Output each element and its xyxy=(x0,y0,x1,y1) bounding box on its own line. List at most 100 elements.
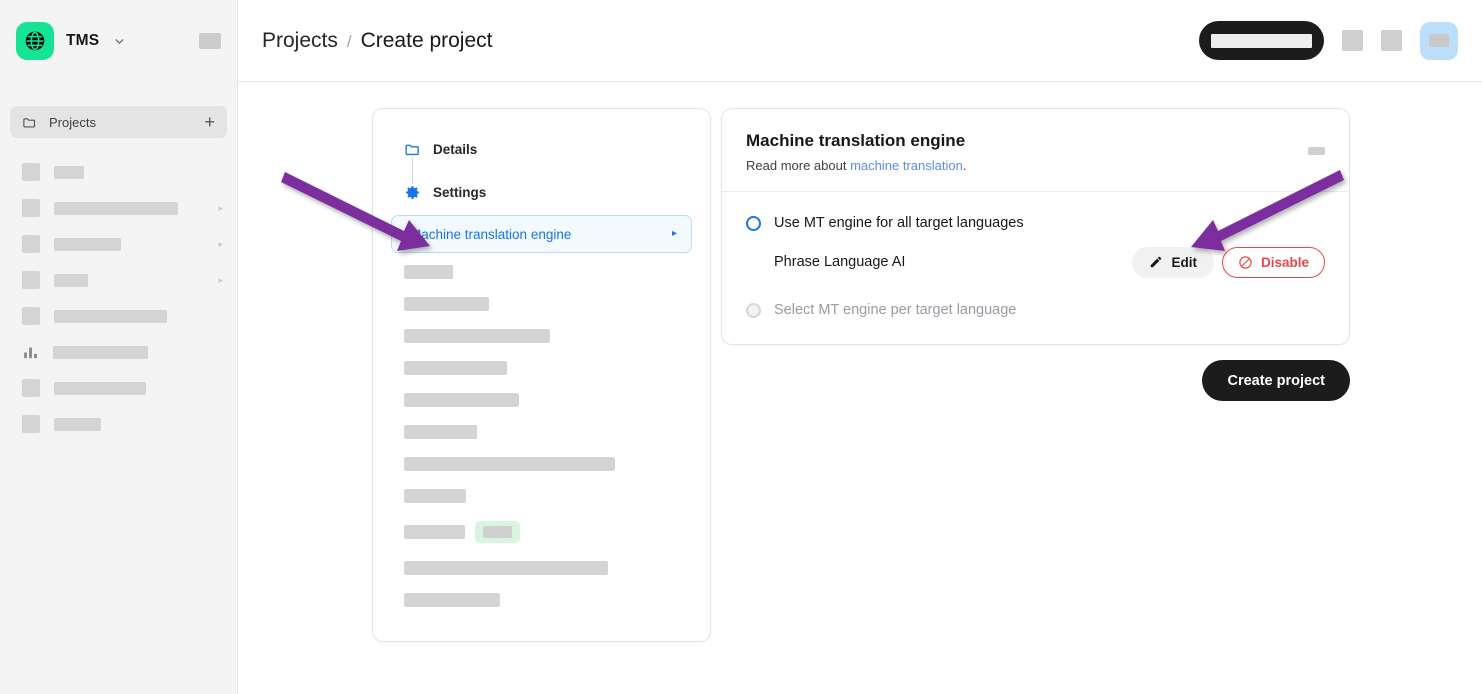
breadcrumb: Projects / Create project xyxy=(262,29,493,53)
sidebar-placeholder-label xyxy=(54,273,88,287)
wizard-step-settings[interactable]: Settings xyxy=(391,184,692,201)
sidebar-placeholder-label xyxy=(54,165,84,179)
top-bar-actions xyxy=(1199,21,1458,60)
chevron-right-icon: ▸ xyxy=(671,228,677,239)
disable-button-label: Disable xyxy=(1260,254,1309,270)
breadcrumb-separator: / xyxy=(346,31,352,51)
edit-button-label: Edit xyxy=(1171,254,1197,270)
wizard-placeholder-green-row xyxy=(404,521,692,543)
radio-button-selected[interactable] xyxy=(746,215,761,231)
square-placeholder-icon xyxy=(22,415,40,433)
toolbar-icon-1-redacted[interactable] xyxy=(1342,30,1363,51)
sidebar-placeholder-label xyxy=(53,345,148,359)
sidebar-placeholder-label xyxy=(54,417,101,431)
folder-icon xyxy=(405,144,419,156)
square-placeholder-icon xyxy=(22,199,40,217)
brand-row[interactable]: TMS xyxy=(0,0,237,82)
radio-option-per-language[interactable]: Select MT engine per target language xyxy=(746,302,1325,318)
sidebar-placeholder-item[interactable]: ▸ xyxy=(0,226,237,262)
engine-actions: Edit Disable xyxy=(1132,246,1325,278)
disable-button[interactable]: Disable xyxy=(1221,246,1325,278)
panel-subtitle-prefix: Read more about xyxy=(746,158,851,173)
wizard-placeholder-badge xyxy=(475,521,520,543)
breadcrumb-parent[interactable]: Projects xyxy=(262,29,338,53)
primary-action-button-redacted[interactable] xyxy=(1199,21,1324,60)
sidebar: TMS Projects + ▸ ▸ ▸ xyxy=(0,0,238,694)
wizard-placeholder-bar xyxy=(404,561,608,575)
chevron-right-icon[interactable]: ▸ xyxy=(218,203,223,213)
page-title: Create project xyxy=(360,28,493,52)
sidebar-placeholder-item[interactable] xyxy=(0,406,237,442)
sidebar-placeholder-label xyxy=(54,381,146,395)
content-area: Details Settings Machine translation eng… xyxy=(238,82,1482,642)
wizard-step-connector xyxy=(412,158,413,184)
sidebar-item-projects-label: Projects xyxy=(49,114,96,130)
globe-icon xyxy=(16,22,54,60)
engine-name: Phrase Language AI xyxy=(774,254,906,270)
radio-option-all-languages[interactable]: Use MT engine for all target languages xyxy=(746,215,1325,231)
sidebar-placeholder-item[interactable] xyxy=(0,154,237,190)
plus-icon[interactable]: + xyxy=(204,113,215,131)
app-root: TMS Projects + ▸ ▸ ▸ Projects / Create pro… xyxy=(0,0,1482,694)
panel-subtitle-suffix: . xyxy=(962,158,967,173)
sidebar-placeholder-label xyxy=(54,309,167,323)
radio-option-per-language-label: Select MT engine per target language xyxy=(774,302,1017,318)
sidebar-collapse-redacted[interactable] xyxy=(199,33,221,49)
sidebar-placeholder-item[interactable] xyxy=(0,370,237,406)
square-placeholder-icon xyxy=(22,235,40,253)
wizard-step-settings-label: Settings xyxy=(433,185,487,200)
wizard-placeholder-bar xyxy=(404,593,500,607)
engine-row: Phrase Language AI Edit Disable xyxy=(746,246,1325,278)
sidebar-placeholder-list: ▸ ▸ ▸ xyxy=(0,154,237,442)
pencil-icon xyxy=(1151,256,1162,268)
wizard-placeholder-bar xyxy=(404,393,519,407)
wizard-placeholder-bar xyxy=(404,525,465,539)
panel-header: Machine translation engine Read more abo… xyxy=(722,109,1349,192)
wizard-placeholder-bar xyxy=(404,265,453,279)
gear-icon xyxy=(406,186,419,199)
create-project-button[interactable]: Create project xyxy=(1202,360,1350,401)
radio-button-unselected[interactable] xyxy=(746,302,761,318)
square-placeholder-icon xyxy=(22,163,40,181)
sidebar-placeholder-item[interactable] xyxy=(0,334,237,370)
wizard-card: Details Settings Machine translation eng… xyxy=(372,108,711,642)
square-placeholder-icon xyxy=(22,271,40,289)
ban-icon xyxy=(1239,255,1252,269)
panel-body: Use MT engine for all target languages P… xyxy=(722,192,1349,344)
panel-title: Machine translation engine xyxy=(746,131,966,150)
wizard-item-machine-translation-engine[interactable]: Machine translation engine ▸ xyxy=(391,215,692,253)
sidebar-placeholder-label xyxy=(54,201,178,215)
wizard-step-details-label: Details xyxy=(433,142,478,157)
brand-name: TMS xyxy=(66,32,100,49)
wizard-placeholder-bar xyxy=(404,297,489,311)
sidebar-placeholder-item[interactable]: ▸ xyxy=(0,262,237,298)
square-placeholder-icon xyxy=(22,307,40,325)
chevron-right-icon[interactable]: ▸ xyxy=(218,239,223,249)
edit-button[interactable]: Edit xyxy=(1132,246,1214,278)
toolbar-icon-2-redacted[interactable] xyxy=(1381,30,1402,51)
sidebar-placeholder-item[interactable] xyxy=(0,298,237,334)
machine-translation-link[interactable]: machine translation xyxy=(850,158,963,173)
radio-option-all-languages-label: Use MT engine for all target languages xyxy=(774,215,1024,231)
sidebar-placeholder-label xyxy=(54,237,121,251)
wizard-placeholder-bar xyxy=(404,361,507,375)
bar-chart-icon xyxy=(24,347,37,358)
wizard-placeholder-bar xyxy=(404,329,550,343)
sidebar-item-projects[interactable]: Projects + xyxy=(10,106,227,138)
panel-subtitle: Read more about machine translation. xyxy=(746,158,1325,173)
chevron-down-icon[interactable] xyxy=(113,35,126,48)
chevron-right-icon[interactable]: ▸ xyxy=(218,275,223,285)
wizard-step-details[interactable]: Details xyxy=(391,141,692,158)
square-placeholder-icon xyxy=(22,379,40,397)
sidebar-placeholder-item[interactable]: ▸ xyxy=(0,190,237,226)
panel-header-redacted-block[interactable] xyxy=(1308,147,1325,155)
top-bar: Projects / Create project xyxy=(238,0,1482,82)
wizard-placeholder-stack xyxy=(391,253,692,607)
wizard-placeholder-bar xyxy=(404,489,466,503)
wizard-placeholder-bar xyxy=(404,457,615,471)
folder-icon xyxy=(23,117,36,127)
wizard-placeholder-bar xyxy=(404,425,477,439)
avatar[interactable] xyxy=(1420,21,1458,60)
machine-translation-engine-panel: Machine translation engine Read more abo… xyxy=(721,108,1350,345)
main-area: Projects / Create project Details Settin… xyxy=(238,0,1482,694)
